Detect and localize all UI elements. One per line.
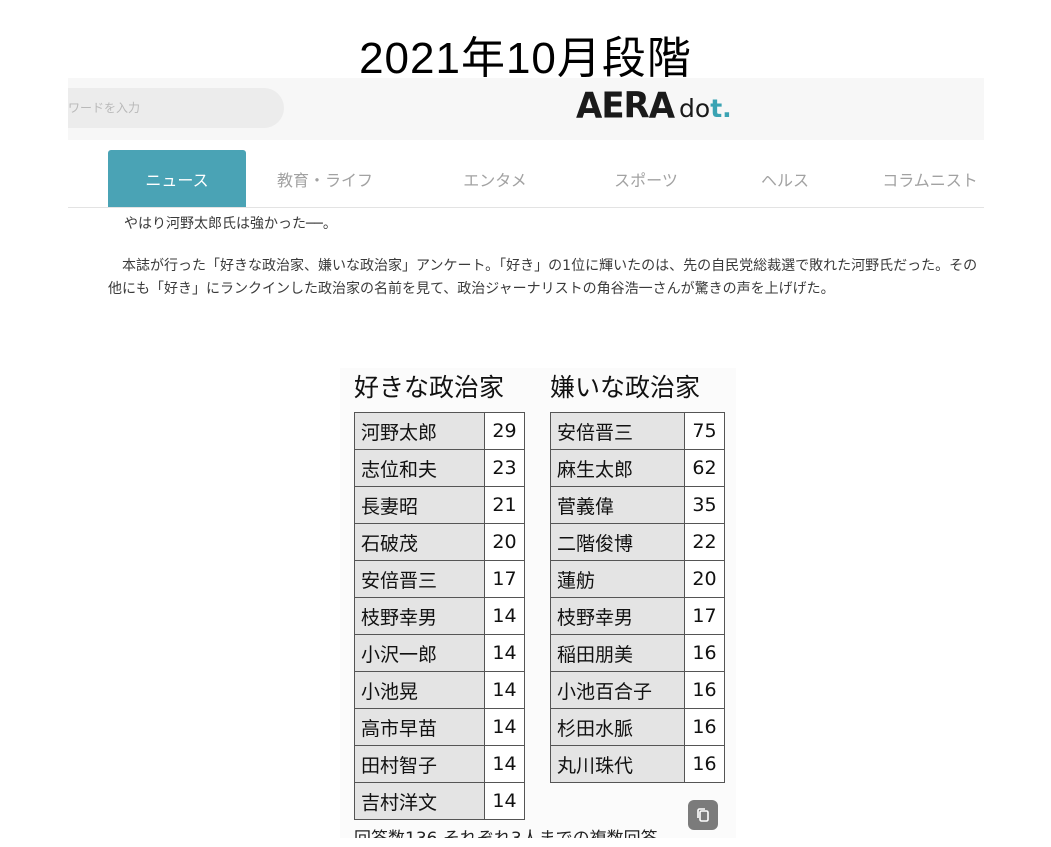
figure-footnote: 回答数136 それぞれ3人までの複数回答 bbox=[354, 824, 658, 838]
politician-name: 小沢一郎 bbox=[354, 634, 485, 672]
table-row: 枝野幸男 14 bbox=[354, 597, 525, 635]
table-row: 丸川珠代 16 bbox=[550, 745, 725, 783]
vote-count: 14 bbox=[484, 745, 525, 783]
article-body: やはり河野太郎氏は強かった──。 本誌が行った「好きな政治家、嫌いな政治家」アン… bbox=[108, 213, 978, 301]
tab-sports[interactable]: スポーツ bbox=[577, 150, 715, 207]
table-row: 石破茂 20 bbox=[354, 523, 525, 561]
logo-accent-text: t. bbox=[710, 94, 732, 123]
table-row: 二階俊博 22 bbox=[550, 523, 725, 561]
site-header: AERA do t. bbox=[68, 78, 984, 140]
politician-name: 枝野幸男 bbox=[550, 597, 685, 635]
tab-education-life[interactable]: 教育・ライフ bbox=[256, 150, 394, 207]
politician-name: 高市早苗 bbox=[354, 708, 485, 746]
tab-entertainment[interactable]: エンタメ bbox=[426, 150, 564, 207]
politician-name: 長妻昭 bbox=[354, 486, 485, 524]
politician-name: 安倍晋三 bbox=[550, 412, 685, 450]
vote-count: 14 bbox=[484, 708, 525, 746]
vote-count: 20 bbox=[684, 560, 725, 598]
table-row: 麻生太郎 62 bbox=[550, 449, 725, 487]
politician-name: 蓮舫 bbox=[550, 560, 685, 598]
politician-name: 麻生太郎 bbox=[550, 449, 685, 487]
tab-columnist[interactable]: コラムニスト bbox=[861, 150, 984, 207]
vote-count: 16 bbox=[684, 745, 725, 783]
politician-name: 小池百合子 bbox=[550, 671, 685, 709]
politician-name: 安倍晋三 bbox=[354, 560, 485, 598]
table-row: 河野太郎 29 bbox=[354, 412, 525, 450]
table-row: 安倍晋三 75 bbox=[550, 412, 725, 450]
table-row: 小池晃 14 bbox=[354, 671, 525, 709]
table-row: 志位和夫 23 bbox=[354, 449, 525, 487]
search-input[interactable] bbox=[68, 88, 284, 128]
tab-news[interactable]: ニュース bbox=[108, 150, 246, 207]
table-row: 安倍晋三 17 bbox=[354, 560, 525, 598]
vote-count: 17 bbox=[484, 560, 525, 598]
vote-count: 16 bbox=[684, 634, 725, 672]
table-row: 高市早苗 14 bbox=[354, 708, 525, 746]
vote-count: 62 bbox=[684, 449, 725, 487]
vote-count: 16 bbox=[684, 708, 725, 746]
vote-count: 14 bbox=[484, 597, 525, 635]
politician-name: 石破茂 bbox=[354, 523, 485, 561]
slide-title: 2021年10月段階 bbox=[359, 34, 692, 83]
table-row: 長妻昭 21 bbox=[354, 486, 525, 524]
article-paragraph: 本誌が行った「好きな政治家、嫌いな政治家」アンケート。「好き」の1位に輝いたのは… bbox=[108, 258, 978, 297]
vote-count: 17 bbox=[684, 597, 725, 635]
vote-count: 21 bbox=[484, 486, 525, 524]
vote-count: 29 bbox=[484, 412, 525, 450]
vote-count: 16 bbox=[684, 671, 725, 709]
politician-name: 志位和夫 bbox=[354, 449, 485, 487]
table-row: 吉村洋文 14 bbox=[354, 782, 525, 820]
disliked-heading: 嫌いな政治家 bbox=[550, 373, 701, 402]
copy-icon bbox=[697, 808, 709, 822]
tab-health[interactable]: ヘルス bbox=[716, 150, 854, 207]
vote-count: 20 bbox=[484, 523, 525, 561]
table-row: 小沢一郎 14 bbox=[354, 634, 525, 672]
liked-heading: 好きな政治家 bbox=[354, 373, 505, 402]
politician-name: 丸川珠代 bbox=[550, 745, 685, 783]
copy-button[interactable] bbox=[688, 800, 718, 830]
politician-name: 菅義偉 bbox=[550, 486, 685, 524]
vote-count: 75 bbox=[684, 412, 725, 450]
vote-count: 14 bbox=[484, 782, 525, 820]
table-row: 杉田水脈 16 bbox=[550, 708, 725, 746]
webpage-screenshot: AERA do t. ニュース 教育・ライフ エンタメ スポーツ ヘルス コラム… bbox=[68, 78, 984, 838]
vote-count: 14 bbox=[484, 634, 525, 672]
vote-count: 22 bbox=[684, 523, 725, 561]
politician-name: 小池晃 bbox=[354, 671, 485, 709]
table-row: 田村智子 14 bbox=[354, 745, 525, 783]
politician-name: 吉村洋文 bbox=[354, 782, 485, 820]
vote-count: 23 bbox=[484, 449, 525, 487]
site-logo[interactable]: AERA do t. bbox=[576, 85, 732, 132]
logo-main-text: AERA bbox=[576, 85, 675, 127]
table-row: 小池百合子 16 bbox=[550, 671, 725, 709]
table-row: 稲田朋美 16 bbox=[550, 634, 725, 672]
table-row: 枝野幸男 17 bbox=[550, 597, 725, 635]
vote-count: 35 bbox=[684, 486, 725, 524]
politician-name: 河野太郎 bbox=[354, 412, 485, 450]
main-nav: ニュース 教育・ライフ エンタメ スポーツ ヘルス コラムニスト bbox=[68, 140, 984, 208]
table-row: 蓮舫 20 bbox=[550, 560, 725, 598]
ranking-figure: 好きな政治家 嫌いな政治家 河野太郎 29 志位和夫 23 長妻昭 21 石破茂 20 安倍晋三… bbox=[340, 368, 736, 838]
article-lead: やはり河野太郎氏は強かった──。 bbox=[124, 216, 337, 232]
politician-name: 杉田水脈 bbox=[550, 708, 685, 746]
politician-name: 稲田朋美 bbox=[550, 634, 685, 672]
politician-name: 田村智子 bbox=[354, 745, 485, 783]
disliked-table: 安倍晋三 75 麻生太郎 62 菅義偉 35 二階俊博 22 蓮舫 20 枝野幸男 17 稲田朋美 16 小… bbox=[550, 412, 725, 783]
politician-name: 二階俊博 bbox=[550, 523, 685, 561]
politician-name: 枝野幸男 bbox=[354, 597, 485, 635]
vote-count: 14 bbox=[484, 671, 525, 709]
table-row: 菅義偉 35 bbox=[550, 486, 725, 524]
logo-sub-text: do bbox=[679, 94, 711, 123]
liked-table: 河野太郎 29 志位和夫 23 長妻昭 21 石破茂 20 安倍晋三 17 枝野幸男 14 小沢一郎 14… bbox=[354, 412, 525, 820]
